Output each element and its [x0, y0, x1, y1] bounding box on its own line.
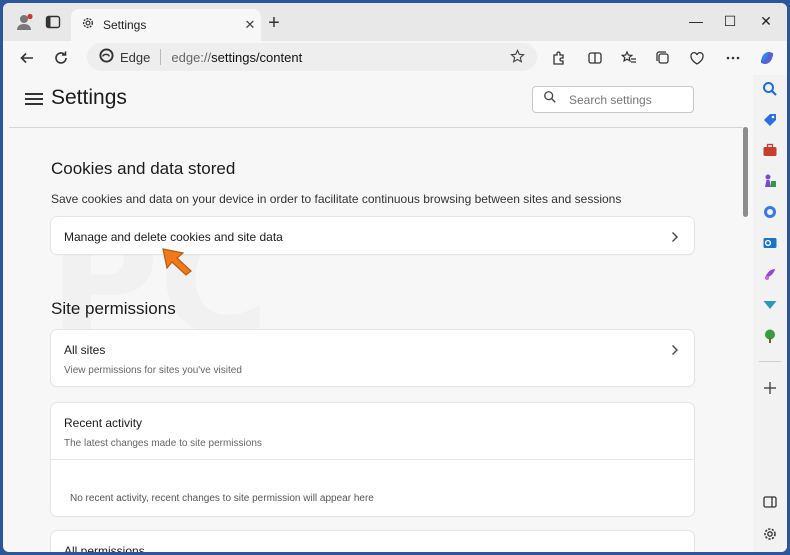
add-icon[interactable] [758, 376, 782, 400]
cookies-section-title: Cookies and data stored [51, 159, 236, 178]
tab-settings[interactable]: Settings ✕ [71, 9, 261, 41]
extensions-icon[interactable] [545, 44, 573, 72]
all-permissions-title: All permissions [64, 544, 145, 552]
settings-content: PC Settings Cookies and data stored Save… [9, 75, 745, 552]
gear-icon [81, 16, 95, 35]
search-input[interactable] [569, 92, 679, 107]
chevron-right-icon [670, 343, 680, 355]
card-divider [51, 459, 694, 460]
manage-cookies-label: Manage and delete cookies and site data [64, 230, 283, 244]
tab-close-button[interactable]: ✕ [239, 17, 261, 33]
manage-cookies-row[interactable]: Manage and delete cookies and site data [51, 217, 694, 254]
page-title: Settings [51, 86, 127, 109]
browser-essentials-icon[interactable] [683, 44, 711, 72]
scrollbar-thumb[interactable] [743, 127, 748, 217]
cookies-section-description: Save cookies and data on your device in … [51, 192, 622, 206]
collections-icon[interactable] [649, 44, 677, 72]
site-permissions-title: Site permissions [51, 299, 176, 318]
split-screen-icon[interactable] [581, 44, 609, 72]
all-sites-title: All sites [64, 343, 106, 357]
address-brand: Edge [120, 49, 151, 65]
all-sites-subtitle: View permissions for sites you've visite… [64, 365, 242, 376]
search-icon [543, 90, 557, 109]
more-menu-icon[interactable] [719, 44, 747, 72]
address-path: settings/content [211, 49, 303, 65]
favorites-icon[interactable] [615, 44, 643, 72]
pointer-arrow-icon [162, 248, 192, 276]
settings-icon[interactable] [758, 522, 782, 546]
games-icon[interactable] [758, 262, 782, 286]
toolbox-icon[interactable] [758, 138, 782, 162]
office-icon[interactable] [758, 200, 782, 224]
edge-logo-icon [99, 48, 114, 66]
header-divider [9, 127, 743, 128]
browser-window: Settings ✕ + — ☐ ✕ Edge edge://settings/… [3, 3, 787, 552]
refresh-button[interactable] [47, 44, 75, 72]
minimize-button[interactable]: — [681, 9, 711, 33]
all-permissions-row[interactable]: All permissions [51, 531, 694, 552]
recent-activity-title: Recent activity [64, 416, 143, 430]
all-sites-row[interactable]: All sites View permissions for sites you… [51, 330, 694, 386]
search-icon[interactable] [758, 77, 782, 101]
right-sidebar [753, 75, 787, 552]
favorite-star-icon[interactable] [510, 49, 525, 67]
outlook-icon[interactable] [758, 231, 782, 255]
new-tab-button[interactable]: + [263, 12, 285, 34]
copilot-icon[interactable] [753, 44, 781, 72]
search-box[interactable] [532, 86, 694, 113]
address-separator [160, 49, 162, 65]
chevron-right-icon [670, 230, 680, 242]
hamburger-menu-icon[interactable] [25, 90, 43, 108]
back-button[interactable] [13, 44, 41, 72]
recent-activity-subtitle: The latest changes made to site permissi… [64, 438, 262, 449]
close-window-button[interactable]: ✕ [751, 9, 781, 33]
address-protocol: edge:// [171, 49, 212, 65]
recent-activity-card: Recent activity The latest changes made … [51, 403, 694, 516]
send-icon[interactable] [758, 293, 782, 317]
chess-icon[interactable] [758, 169, 782, 193]
recent-activity-empty: No recent activity, recent changes to si… [70, 493, 374, 504]
sidebar-divider [759, 361, 781, 362]
sidebar-toggle-icon[interactable] [758, 490, 782, 514]
maximize-button[interactable]: ☐ [715, 9, 745, 33]
address-bar[interactable]: Edge edge://settings/content [87, 43, 537, 71]
tab-strip: Settings ✕ + — ☐ ✕ [3, 3, 787, 41]
profile-icon[interactable] [15, 12, 35, 32]
tag-icon[interactable] [758, 108, 782, 132]
toolbar: Edge edge://settings/content [3, 41, 787, 75]
tree-icon[interactable] [758, 324, 782, 348]
tab-title: Settings [103, 18, 147, 32]
tab-actions-icon[interactable] [43, 12, 63, 32]
